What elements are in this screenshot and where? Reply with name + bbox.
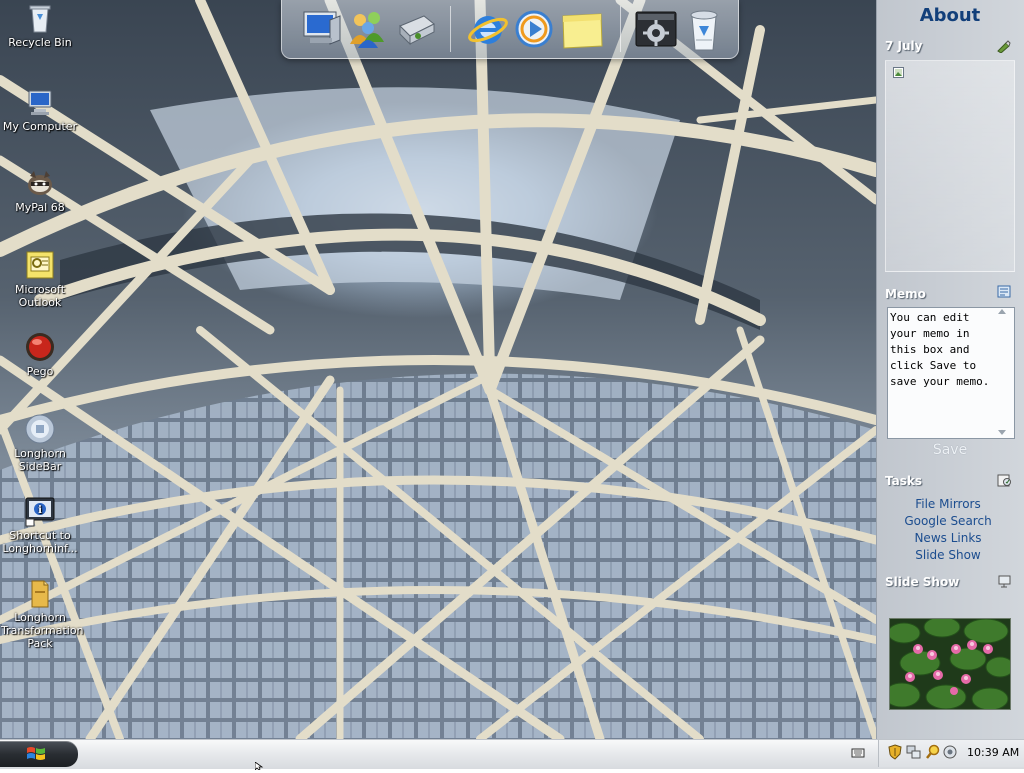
windows-logo-icon <box>27 747 45 760</box>
media-player-icon <box>515 10 553 48</box>
desktop-icon-shortcut-longhorninfo[interactable]: i Shortcut to Longhorninf... <box>1 495 79 555</box>
scroll-down-arrow-icon[interactable] <box>998 430 1006 435</box>
keyboard-icon[interactable] <box>851 746 865 760</box>
internet-explorer-icon <box>468 16 508 44</box>
pen-icon[interactable] <box>996 40 1011 54</box>
mouse-cursor-icon <box>254 760 265 771</box>
memo-save-button[interactable]: Save <box>876 442 1024 458</box>
desktop-icon-label: Shortcut to Longhorninf... <box>2 529 78 555</box>
computer-icon <box>24 86 56 118</box>
dock-users[interactable] <box>346 6 390 52</box>
task-link-slide-show[interactable]: Slide Show <box>874 548 1022 562</box>
calendar-date: 7 July <box>885 39 923 53</box>
folder-icon <box>24 577 56 609</box>
network-connection-icon[interactable] <box>906 744 922 760</box>
dock-internet-explorer[interactable] <box>466 6 510 52</box>
desktop-icon-mypal[interactable]: MyPal 68 <box>1 167 79 214</box>
taskbar-clock[interactable]: 10:39 AM <box>967 746 1019 759</box>
desktop-icon-label: MyPal 68 <box>15 201 65 214</box>
red-orb-icon <box>24 331 56 363</box>
desktop-icon-my-computer[interactable]: My Computer <box>1 86 79 133</box>
raccoon-icon <box>24 167 56 199</box>
my-computer-icon <box>303 11 341 45</box>
info-shortcut-icon: i <box>24 495 56 527</box>
dock-notes[interactable] <box>560 6 604 52</box>
memo-textarea[interactable] <box>887 307 1015 439</box>
desktop-icon-longhorn-sidebar[interactable]: Longhorn SideBar <box>1 413 79 473</box>
sidebar-about-link[interactable]: About <box>876 5 1024 26</box>
desktop-wallpaper <box>0 0 876 739</box>
desktop-icon-label: Microsoft Outlook <box>14 283 66 309</box>
recycle-bin-icon <box>690 10 718 51</box>
dock-recycle-bin[interactable] <box>682 6 726 52</box>
desktop-icon-pego[interactable]: Pego <box>1 331 79 378</box>
outlook-icon <box>24 249 56 281</box>
tasks-icon[interactable] <box>997 474 1012 487</box>
sidebar-icon <box>24 413 56 445</box>
wallpaper-girders <box>0 0 876 739</box>
slideshow-image[interactable] <box>889 618 1011 710</box>
memo-scrollbar[interactable] <box>998 309 1007 435</box>
dock-separator <box>620 6 621 52</box>
desktop-icon-label: My Computer <box>2 120 78 133</box>
start-button[interactable] <box>0 741 78 767</box>
memo-title: Memo <box>885 287 926 301</box>
dock-network-drive[interactable] <box>394 6 438 52</box>
tasks-title: Tasks <box>885 474 923 488</box>
lotus-pond-picture <box>890 619 1010 709</box>
desktop-icon-label: Longhorn SideBar <box>14 447 66 473</box>
dock-control-panel[interactable] <box>634 6 678 52</box>
security-shield-icon[interactable] <box>888 744 902 760</box>
control-panel-icon <box>635 11 677 47</box>
slideshow-icon[interactable] <box>997 575 1012 588</box>
recycle-bin-icon <box>24 2 56 34</box>
slideshow-title: Slide Show <box>885 575 960 589</box>
desktop-icon-recycle-bin[interactable]: Recycle Bin <box>1 2 79 49</box>
desktop-icon-label: Pego <box>26 365 54 378</box>
volume-icon[interactable] <box>943 745 957 759</box>
dock-media-player[interactable] <box>512 6 556 52</box>
dock-separator <box>450 6 451 52</box>
search-icon[interactable] <box>925 744 941 760</box>
taskbar <box>0 739 1024 769</box>
desktop-icon-label: Longhorn Transformation Pack <box>1 611 84 650</box>
task-link-news-links[interactable]: News Links <box>874 531 1022 545</box>
top-dock <box>281 0 739 59</box>
memo-icon[interactable] <box>997 285 1012 298</box>
scroll-up-arrow-icon[interactable] <box>998 309 1006 314</box>
calendar-panel <box>885 60 1015 272</box>
users-icon <box>350 12 384 48</box>
task-link-file-mirrors[interactable]: File Mirrors <box>874 497 1022 511</box>
task-link-google-search[interactable]: Google Search <box>874 514 1022 528</box>
svg-text:i: i <box>38 505 42 516</box>
network-drive-icon <box>399 15 435 46</box>
desktop-icon-label: Recycle Bin <box>8 36 72 49</box>
desktop-icon-outlook[interactable]: Microsoft Outlook <box>1 249 79 309</box>
notes-icon <box>562 13 603 49</box>
desktop-icon-transformation-pack[interactable]: Longhorn Transformation Pack <box>1 577 84 650</box>
dock-my-computer[interactable] <box>300 6 344 52</box>
picture-placeholder-icon[interactable] <box>893 67 904 78</box>
